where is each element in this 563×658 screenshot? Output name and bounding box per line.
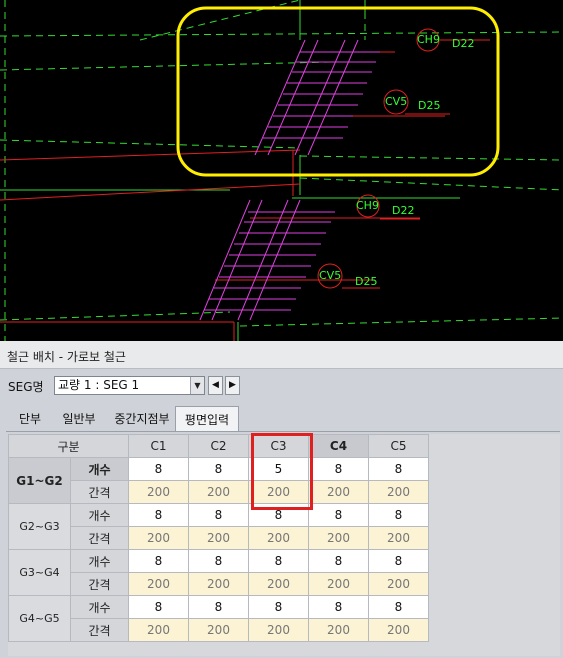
table-row: G4~G5 개수 8 8 8 8 8 — [8, 595, 429, 642]
grid-header-row: 구분 C1 C2 C3 C4 C5 — [8, 434, 429, 458]
count-cell[interactable]: 8 — [308, 595, 369, 619]
spacing-cell[interactable]: 200 — [128, 480, 189, 504]
spacing-cell[interactable]: 200 — [188, 480, 249, 504]
seg-label: SEG명 — [8, 380, 44, 394]
cad-label-d25-top: D25 — [418, 99, 441, 112]
row-label-spacing: 간격 — [70, 480, 129, 504]
spacing-cell[interactable]: 200 — [308, 526, 369, 550]
seg-dropdown-value: 교량 1 : SEG 1 — [58, 378, 140, 392]
chevron-down-icon[interactable]: ▼ — [190, 377, 204, 394]
count-cell[interactable]: 8 — [368, 503, 429, 527]
tab-end[interactable]: 단부 — [12, 408, 48, 430]
tab-plan-input[interactable]: 평면입력 — [175, 406, 239, 431]
spacing-cell[interactable]: 200 — [308, 480, 369, 504]
table-row: 간격 200 200 200 200 200 — [9, 480, 429, 504]
group-label: G2~G3 — [8, 503, 71, 550]
spacing-cell[interactable]: 200 — [248, 618, 309, 642]
cad-label-ch9-bottom: CH9 — [356, 199, 379, 212]
group-label: G4~G5 — [8, 595, 71, 642]
cad-label-cv5-bottom: CV5 — [319, 269, 342, 282]
cad-label-d25-bottom: D25 — [355, 275, 378, 288]
tab-divider — [6, 431, 560, 432]
rebar-placement-dialog: 철근 배치 - 가로보 철근 SEG명 교량 1 : SEG 1 ▼ ◀ ▶ 단… — [0, 341, 563, 658]
count-cell[interactable]: 8 — [128, 549, 189, 573]
column-header-c3[interactable]: C3 — [248, 434, 309, 458]
count-cell[interactable]: 8 — [128, 503, 189, 527]
spacing-cell[interactable]: 200 — [308, 618, 369, 642]
column-header-c4[interactable]: C4 — [308, 434, 369, 458]
table-row: 간격 200 200 200 200 200 — [9, 526, 429, 550]
seg-selector-row: SEG명 교량 1 : SEG 1 ▼ ◀ ▶ — [0, 369, 563, 401]
row-label-count: 개수 — [70, 549, 129, 573]
cad-label-cv5-top: CV5 — [385, 95, 408, 108]
dialog-title: 철근 배치 - 가로보 철근 — [7, 350, 126, 364]
column-header-c1[interactable]: C1 — [128, 434, 189, 458]
count-cell[interactable]: 8 — [188, 457, 249, 481]
cad-label-d22-bottom: D22 — [392, 204, 415, 217]
spacing-cell[interactable]: 200 — [248, 526, 309, 550]
triangle-right-icon: ▶ — [229, 380, 236, 390]
count-cell[interactable]: 8 — [308, 457, 369, 481]
next-seg-button[interactable]: ▶ — [225, 376, 240, 395]
spacing-cell[interactable]: 200 — [368, 572, 429, 596]
tab-intermediate-support[interactable]: 중간지점부 — [108, 408, 176, 430]
spacing-cell[interactable]: 200 — [128, 572, 189, 596]
count-cell[interactable]: 8 — [368, 549, 429, 573]
count-cell[interactable]: 8 — [128, 595, 189, 619]
row-label-count: 개수 — [70, 503, 129, 527]
table-row: G3~G4 개수 8 8 8 8 8 — [8, 549, 429, 596]
spacing-cell[interactable]: 200 — [248, 572, 309, 596]
spacing-cell[interactable]: 200 — [128, 618, 189, 642]
spacing-cell[interactable]: 200 — [128, 526, 189, 550]
table-row: G2~G3 개수 8 8 8 8 8 — [8, 503, 429, 550]
rebar-grid: 구분 C1 C2 C3 C4 C5 G1~G2 개수 8 8 5 8 8 간격 200 200 200 200 20… — [8, 434, 429, 642]
count-cell[interactable]: 8 — [308, 549, 369, 573]
count-cell[interactable]: 5 — [248, 457, 309, 481]
cad-drawing-canvas — [0, 0, 563, 341]
count-cell[interactable]: 8 — [368, 457, 429, 481]
row-label-spacing: 간격 — [70, 572, 129, 596]
spacing-cell[interactable]: 200 — [188, 572, 249, 596]
count-cell[interactable]: 8 — [248, 503, 309, 527]
triangle-left-icon: ◀ — [212, 380, 219, 390]
count-cell[interactable]: 8 — [368, 595, 429, 619]
spacing-cell[interactable]: 200 — [368, 480, 429, 504]
cad-drawing-view[interactable]: CH9 D22 CV5 D25 CH9 D22 CV5 D25 — [0, 0, 563, 341]
row-label-spacing: 간격 — [70, 618, 129, 642]
table-row: 간격 200 200 200 200 200 — [9, 618, 429, 642]
count-cell[interactable]: 8 — [188, 503, 249, 527]
group-label: G3~G4 — [8, 549, 71, 596]
rebar-grid-area: 구분 C1 C2 C3 C4 C5 G1~G2 개수 8 8 5 8 8 간격 200 200 200 200 20… — [8, 434, 560, 656]
tab-general[interactable]: 일반부 — [54, 408, 104, 430]
spacing-cell[interactable]: 200 — [188, 618, 249, 642]
count-cell[interactable]: 8 — [248, 549, 309, 573]
group-label: G1~G2 — [8, 457, 71, 504]
count-cell[interactable]: 8 — [308, 503, 369, 527]
spacing-cell[interactable]: 200 — [368, 526, 429, 550]
row-label-spacing: 간격 — [70, 526, 129, 550]
spacing-cell[interactable]: 200 — [248, 480, 309, 504]
table-row: 간격 200 200 200 200 200 — [9, 572, 429, 596]
column-header-c2[interactable]: C2 — [188, 434, 249, 458]
count-cell[interactable]: 8 — [188, 595, 249, 619]
column-header-c5[interactable]: C5 — [368, 434, 429, 458]
prev-seg-button[interactable]: ◀ — [208, 376, 223, 395]
spacing-cell[interactable]: 200 — [188, 526, 249, 550]
count-cell[interactable]: 8 — [248, 595, 309, 619]
table-row: G1~G2 개수 8 8 5 8 8 — [8, 457, 429, 504]
cad-label-d22-top: D22 — [452, 37, 475, 50]
grid-corner-label: 구분 — [8, 434, 129, 458]
cad-label-ch9-top: CH9 — [417, 33, 440, 46]
spacing-cell[interactable]: 200 — [308, 572, 369, 596]
row-label-count: 개수 — [70, 595, 129, 619]
dialog-titlebar[interactable]: 철근 배치 - 가로보 철근 — [0, 341, 563, 369]
count-cell[interactable]: 8 — [128, 457, 189, 481]
spacing-cell[interactable]: 200 — [368, 618, 429, 642]
seg-dropdown[interactable]: 교량 1 : SEG 1 ▼ — [54, 376, 205, 395]
row-label-count: 개수 — [70, 457, 129, 481]
count-cell[interactable]: 8 — [188, 549, 249, 573]
